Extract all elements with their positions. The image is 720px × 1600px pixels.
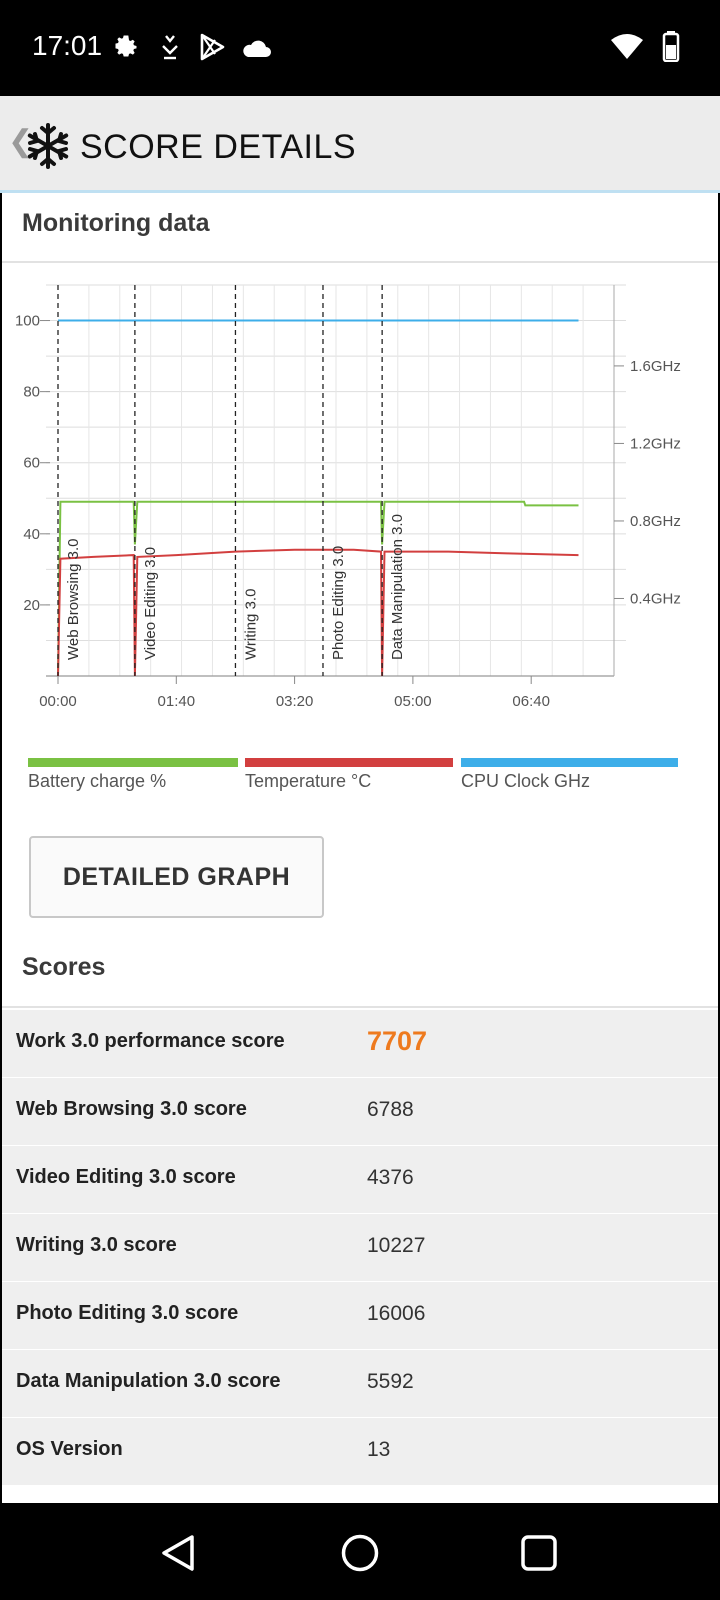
y-tick-label: 80 — [23, 384, 40, 401]
legend-label-temperature: Temperature °C — [245, 771, 372, 791]
status-bar: 17:01 — [0, 0, 720, 96]
score-value: 7707 — [367, 1026, 428, 1056]
score-label: Web Browsing 3.0 score — [16, 1098, 247, 1120]
status-time: 17:01 — [32, 30, 103, 61]
test-marker-label: Photo Editing 3.0 — [330, 546, 347, 660]
wifi-icon — [611, 34, 643, 59]
table-row: Writing 3.0 score 10227 — [2, 1214, 718, 1281]
y2-tick-label: 0.4GHz — [630, 590, 681, 607]
score-value: 10227 — [367, 1234, 426, 1257]
table-row: OS Version 13 — [2, 1418, 718, 1485]
y2-tick-label: 1.2GHz — [630, 435, 681, 452]
x-tick-label: 00:00 — [39, 693, 77, 710]
x-tick-label: 06:40 — [512, 693, 550, 710]
score-label: Data Manipulation 3.0 score — [16, 1370, 281, 1392]
home-circle-icon[interactable] — [340, 1533, 380, 1573]
legend-label-cpu: CPU Clock GHz — [461, 771, 591, 791]
score-value: 5592 — [367, 1370, 414, 1393]
y2-tick-label: 0.8GHz — [630, 513, 681, 530]
recents-square-icon[interactable] — [520, 1534, 558, 1572]
test-marker-label: Writing 3.0 — [242, 589, 259, 660]
legend-label-battery: Battery charge % — [28, 771, 167, 791]
table-row: Video Editing 3.0 score 4376 — [2, 1146, 718, 1213]
gear-icon — [115, 35, 137, 57]
table-row: Data Manipulation 3.0 score 5592 — [2, 1350, 718, 1417]
y-tick-label: 40 — [23, 526, 40, 543]
legend-swatch-cpu — [461, 758, 678, 767]
legend-swatch-battery — [28, 758, 238, 767]
divider — [2, 1006, 718, 1008]
test-marker-label: Data Manipulation 3.0 — [389, 514, 406, 660]
y-tick-label: 20 — [23, 597, 40, 614]
scores-title: Scores — [22, 953, 106, 981]
score-label: Video Editing 3.0 score — [16, 1166, 236, 1188]
content-panel: Monitoring data 20 40 60 80 100 0.4GHz 0.8GHz 1… — [2, 193, 718, 1503]
table-row: Web Browsing 3.0 score 6788 — [2, 1078, 718, 1145]
score-value: 13 — [367, 1438, 391, 1461]
x-tick-label: 05:00 — [394, 693, 432, 710]
snowflake-icon — [27, 123, 69, 169]
test-marker-label: Video Editing 3.0 — [142, 547, 159, 660]
back-triangle-icon[interactable] — [158, 1533, 198, 1573]
score-label: Work 3.0 performance score — [16, 1030, 285, 1052]
page-title: SCORE DETAILS — [80, 128, 357, 166]
score-label: OS Version — [16, 1438, 123, 1460]
table-row: Photo Editing 3.0 score 16006 — [2, 1282, 718, 1349]
y2-tick-label: 1.6GHz — [630, 358, 681, 375]
score-label: Photo Editing 3.0 score — [16, 1302, 239, 1324]
battery-icon — [662, 31, 680, 62]
download-icon — [162, 35, 178, 60]
divider — [2, 261, 718, 263]
score-label: Writing 3.0 score — [16, 1234, 177, 1256]
monitoring-title: Monitoring data — [22, 209, 210, 237]
monitoring-chart: 20 40 60 80 100 0.4GHz 0.8GHz 1.2GHz 1.6GHz 00:00… — [15, 284, 681, 710]
detailed-graph-button[interactable]: DETAILED GRAPH — [29, 836, 324, 918]
cloud-icon — [243, 40, 271, 57]
legend-swatch-temperature — [245, 758, 453, 767]
navigation-bar — [0, 1503, 720, 1600]
table-row: Work 3.0 performance score 7707 — [2, 1010, 718, 1077]
score-value: 4376 — [367, 1166, 414, 1189]
play-store-icon — [200, 33, 225, 61]
test-marker-label: Web Browsing 3.0 — [65, 539, 82, 660]
score-value: 6788 — [367, 1098, 414, 1121]
y-tick-label: 60 — [23, 455, 40, 472]
y-tick-label: 100 — [15, 313, 40, 330]
score-value: 16006 — [367, 1302, 426, 1325]
x-tick-label: 01:40 — [158, 693, 196, 710]
x-tick-label: 03:20 — [276, 693, 314, 710]
